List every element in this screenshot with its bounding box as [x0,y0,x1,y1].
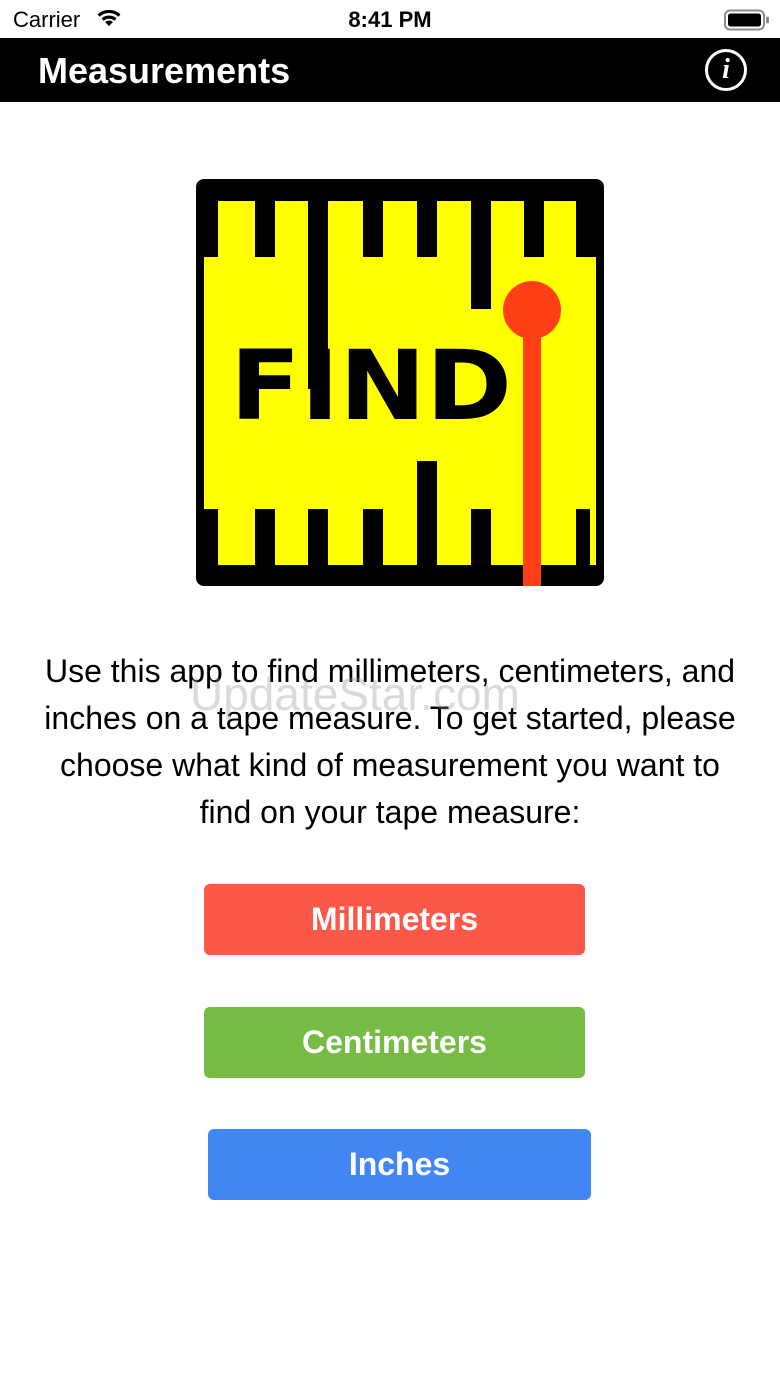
intro-text: Use this app to find millimeters, centim… [44,653,736,830]
find-logo: FIND [196,179,604,586]
page-title: Measurements [38,50,291,91]
status-bar: Carrier 8:41 PM [0,0,780,38]
millimeters-button[interactable]: Millimeters [204,884,585,955]
logo-find-text: FIND [230,330,512,442]
navigation-bar: Measurements i [0,38,780,102]
inches-button[interactable]: Inches [208,1129,591,1200]
info-icon: i [722,54,730,85]
info-button[interactable]: i [705,49,747,91]
battery-icon [724,9,769,31]
status-time: 8:41 PM [348,7,432,32]
centimeters-button[interactable]: Centimeters [204,1007,585,1078]
